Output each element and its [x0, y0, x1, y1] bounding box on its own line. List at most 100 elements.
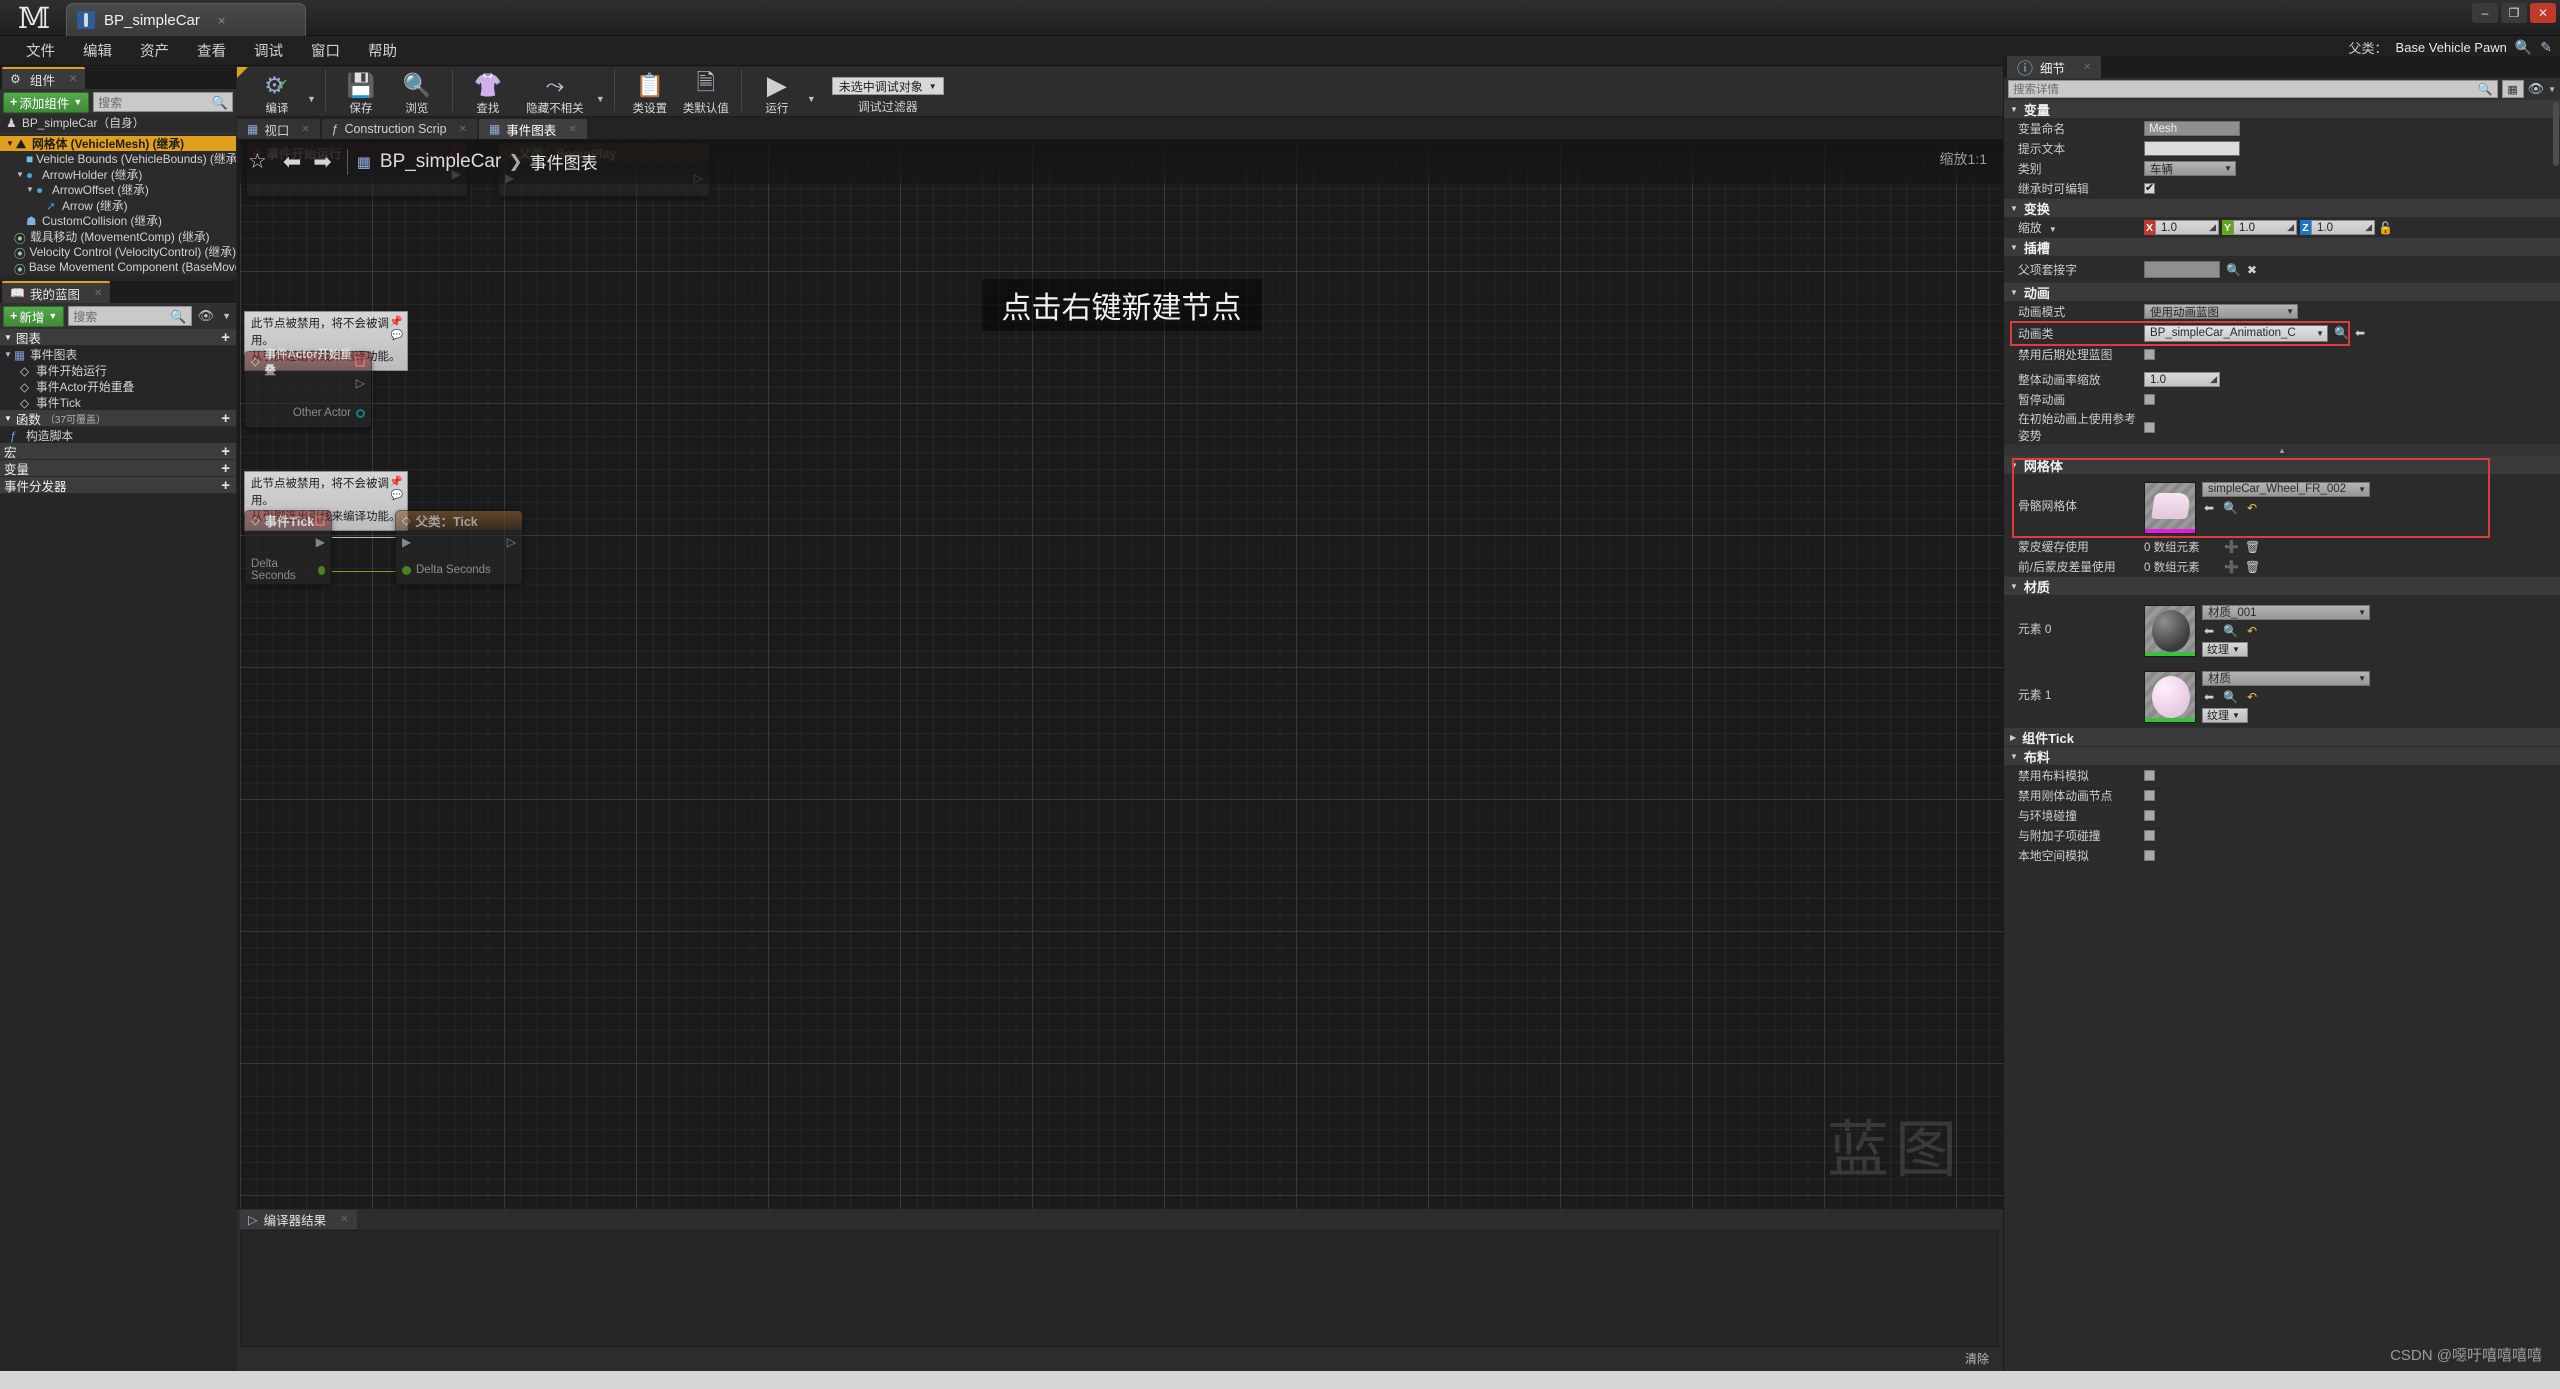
- event-item-actorbeginoverlap[interactable]: ◇ 事件Actor开始重叠: [0, 378, 236, 394]
- tab-event-graph[interactable]: ▦ 事件图表 ✕: [478, 119, 587, 139]
- add-graph-button[interactable]: +: [221, 329, 230, 346]
- section-graphs[interactable]: ▼ 图表 +: [0, 329, 236, 346]
- section-materials[interactable]: ▼ 材质: [2004, 577, 2560, 596]
- material-thumbnail[interactable]: [2144, 670, 2196, 723]
- section-component-tick[interactable]: ▶ 组件Tick: [2004, 728, 2560, 747]
- local-space-simulation-checkbox[interactable]: [2144, 850, 2155, 861]
- component-item-vehiclebounds[interactable]: ■ Vehicle Bounds (VehicleBounds) (继承): [0, 151, 236, 167]
- browse-asset-icon[interactable]: 🔍: [2223, 501, 2238, 515]
- add-array-element-icon[interactable]: ➕: [2224, 540, 2239, 554]
- section-event-dispatchers[interactable]: 事件分发器 +: [0, 477, 236, 494]
- exec-pin-out-icon[interactable]: [507, 535, 516, 549]
- menu-item-view[interactable]: 查看: [183, 37, 240, 64]
- component-item-arrowholder[interactable]: ▼ ● ArrowHolder (继承): [0, 167, 236, 183]
- add-array-element-icon[interactable]: ➕: [2224, 560, 2239, 574]
- graph-canvas[interactable]: ◇ 事件开始运行 ◇ 父类：BeginPlay: [240, 139, 2003, 1209]
- animation-mode-select[interactable]: 使用动画蓝图 ▼: [2144, 304, 2298, 319]
- clear-socket-icon[interactable]: ✖: [2247, 263, 2257, 277]
- myblueprint-search-input[interactable]: 搜索 🔍: [68, 306, 192, 326]
- use-selected-asset-icon[interactable]: ⬅: [2204, 624, 2214, 638]
- section-functions[interactable]: ▼ 函数 （37可覆盖） +: [0, 410, 236, 427]
- toolbar-find-button[interactable]: 👚 查找: [460, 67, 516, 116]
- browse-animation-class-icon[interactable]: 🔍: [2334, 326, 2349, 340]
- close-icon[interactable]: ✕: [2083, 62, 2091, 73]
- details-search-input[interactable]: 搜索详情 🔍: [2008, 80, 2498, 98]
- chevron-down-icon[interactable]: ▼: [4, 350, 14, 359]
- section-socket[interactable]: ▼ 插槽: [2004, 238, 2560, 257]
- toolbar-browse-button[interactable]: 🔍 浏览: [389, 67, 445, 116]
- scale-z-input[interactable]: 1.0 ◢: [2311, 220, 2375, 235]
- node-pin-exec-out[interactable]: [251, 534, 325, 550]
- visibility-eye-icon[interactable]: 👁: [196, 308, 217, 324]
- close-icon[interactable]: ✕: [459, 124, 467, 135]
- play-options-chevron-icon[interactable]: ▼: [807, 80, 816, 104]
- material-0-select[interactable]: 材质_001 ▼: [2202, 604, 2370, 620]
- section-transform[interactable]: ▼ 变换: [2004, 199, 2560, 218]
- collide-with-attached-children-checkbox[interactable]: [2144, 830, 2155, 841]
- delete-array-icon[interactable]: 🗑: [2245, 540, 2260, 554]
- menu-item-window[interactable]: 窗口: [297, 37, 354, 64]
- back-arrow-icon[interactable]: ⬅: [283, 149, 301, 175]
- tab-components[interactable]: ⚙ 组件 ✕: [2, 67, 86, 89]
- category-select[interactable]: 车辆 ▼: [2144, 161, 2236, 176]
- skeletal-mesh-thumbnail[interactable]: [2144, 481, 2196, 534]
- forward-arrow-icon[interactable]: ➡: [313, 149, 331, 175]
- reset-to-default-icon[interactable]: ↶: [2247, 624, 2257, 638]
- component-item-arrow[interactable]: ➚ Arrow (继承): [0, 198, 236, 214]
- maximize-button[interactable]: ❐: [2501, 3, 2527, 23]
- close-icon[interactable]: ✕: [94, 288, 102, 299]
- document-tab[interactable]: BP_simpleCar ×: [66, 3, 306, 36]
- node-pin-exec-out[interactable]: [251, 375, 365, 391]
- delete-array-icon[interactable]: 🗑: [2245, 560, 2260, 574]
- chevron-down-icon[interactable]: ▼: [2049, 225, 2057, 234]
- chevron-down-icon[interactable]: ▼: [2548, 85, 2556, 94]
- clear-button[interactable]: 清除: [1965, 1350, 1989, 1367]
- tooltip-text-input[interactable]: [2144, 141, 2240, 156]
- menu-item-debug[interactable]: 调试: [240, 37, 297, 64]
- material-1-select[interactable]: 材质 ▼: [2202, 670, 2370, 686]
- exec-pin-in-icon[interactable]: [402, 535, 411, 549]
- section-cloth[interactable]: ▼ 布料: [2004, 747, 2560, 766]
- add-new-button[interactable]: + 新增 ▼: [3, 305, 65, 327]
- function-item-construction-script[interactable]: ƒ 构造脚本: [0, 427, 236, 443]
- chevron-down-icon[interactable]: ▼: [16, 170, 26, 179]
- comment-icon[interactable]: 💬: [391, 489, 403, 504]
- toolbar-class-settings-button[interactable]: 📋 类设置: [622, 67, 678, 116]
- reset-to-default-icon[interactable]: ↶: [2247, 501, 2257, 515]
- add-component-button[interactable]: + 添加组件 ▼: [3, 91, 90, 113]
- collide-with-environment-checkbox[interactable]: [2144, 810, 2155, 821]
- section-animation[interactable]: ▼ 动画: [2004, 283, 2560, 302]
- disable-rigidbody-node-checkbox[interactable]: [2144, 790, 2155, 801]
- use-selected-asset-icon[interactable]: ⬅: [2204, 690, 2214, 704]
- event-graph-item[interactable]: ▼ ▦ 事件图表: [0, 346, 236, 362]
- component-root[interactable]: ♟ BP_simpleCar（自身）: [0, 115, 236, 131]
- section-variables[interactable]: 变量 +: [0, 460, 236, 477]
- drag-handle-icon[interactable]: ◢: [2210, 374, 2217, 385]
- collapse-advanced-button[interactable]: ▲: [2004, 445, 2560, 456]
- graph-node-event-tick[interactable]: ◇ 事件Tick Delta Seconds: [244, 510, 332, 585]
- breadcrumb-root[interactable]: BP_simpleCar: [380, 151, 501, 173]
- details-grid-toggle[interactable]: ▦: [2501, 80, 2524, 98]
- editable-on-instance-checkbox[interactable]: [2144, 181, 2155, 194]
- menu-item-help[interactable]: 帮助: [354, 37, 411, 64]
- tab-details[interactable]: ⓘ 细节 ✕: [2007, 56, 2102, 78]
- chevron-down-icon[interactable]: ▼: [6, 139, 16, 148]
- browse-asset-icon[interactable]: 🔍: [2223, 624, 2238, 638]
- graph-node-actorbeginoverlap[interactable]: ◇ 事件Actor开始重叠 Other Actor: [244, 349, 372, 428]
- skeletal-mesh-select[interactable]: simpleCar_Wheel_FR_002 ▼: [2202, 481, 2370, 497]
- material-1-texture-button[interactable]: 纹理 ▼: [2202, 707, 2248, 723]
- pause-anims-checkbox[interactable]: [2144, 394, 2155, 405]
- menu-item-asset[interactable]: 资产: [126, 37, 183, 64]
- close-icon[interactable]: ✕: [301, 124, 309, 135]
- toolbar-play-button[interactable]: ▶ 运行: [749, 67, 805, 116]
- disable-postprocess-checkbox[interactable]: [2144, 349, 2155, 360]
- toolbar-hide-unrelated-button[interactable]: ⤳ 隐藏不相关: [516, 67, 594, 116]
- toolbar-save-button[interactable]: 💾 保存: [333, 67, 389, 116]
- browse-to-parent-icon[interactable]: 🔍: [2515, 39, 2532, 56]
- drag-handle-icon[interactable]: ◢: [2209, 222, 2216, 233]
- close-icon[interactable]: ✕: [340, 1214, 348, 1225]
- section-mesh[interactable]: ▼ 网格体: [2004, 456, 2560, 475]
- node-pin-delta-seconds-in[interactable]: Delta Seconds: [402, 562, 516, 578]
- event-item-beginplay[interactable]: ◇ 事件开始运行: [0, 362, 236, 378]
- disable-cloth-sim-checkbox[interactable]: [2144, 770, 2155, 781]
